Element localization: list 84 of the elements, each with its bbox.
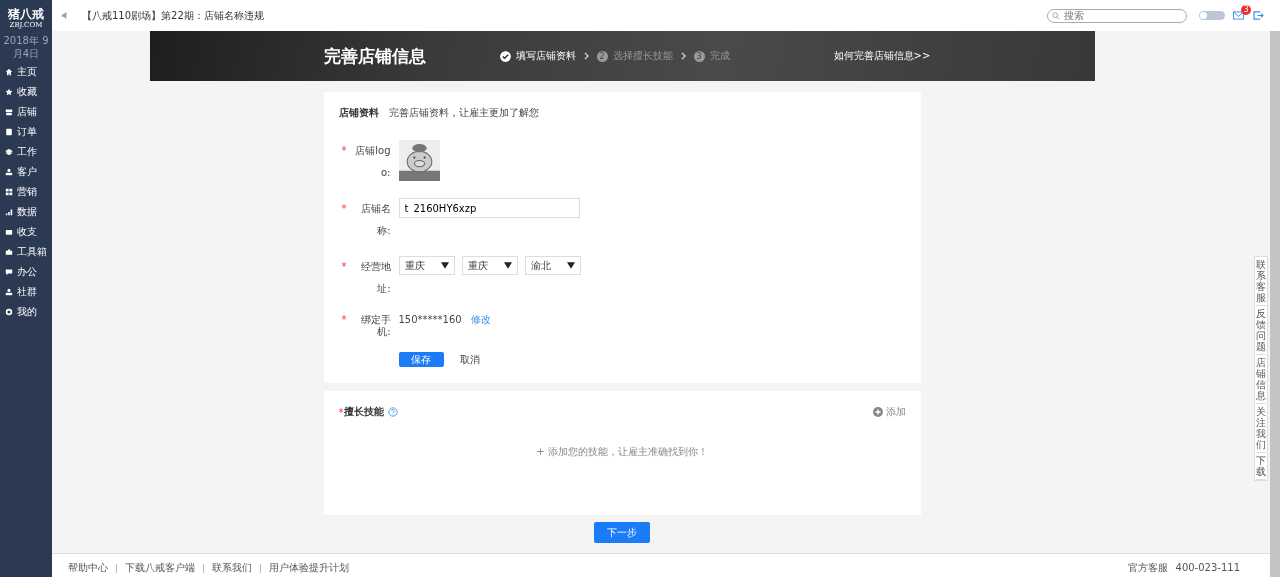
wallet-icon xyxy=(5,228,13,236)
dropdown[interactable]: 重庆 xyxy=(398,256,455,275)
edit-link[interactable]: 修改 xyxy=(470,314,491,326)
date-text: 2018年 9月4日 xyxy=(2,34,50,60)
footer-link[interactable]: 联系我们 xyxy=(212,562,252,574)
footer-link[interactable]: 下载八戒客户端 xyxy=(125,562,195,574)
logout-icon[interactable] xyxy=(1253,11,1264,20)
field-label: 店铺logo: xyxy=(354,144,391,180)
sidebar-item[interactable]: 营销 xyxy=(0,182,52,202)
service-phone: 400-023-111 xyxy=(1175,562,1240,574)
sidebar-item[interactable]: 收支 xyxy=(0,222,52,242)
search-field[interactable]: 搜索 xyxy=(1047,8,1187,23)
side-tab[interactable]: 店铺信息 xyxy=(1256,355,1266,404)
step-number: 3 xyxy=(693,50,705,62)
card-title: 店铺资料 xyxy=(338,106,379,120)
notification-badge: 3 xyxy=(1241,5,1251,15)
step: 2 选择擅长技能 xyxy=(596,49,673,63)
grid-icon xyxy=(5,188,13,196)
help-icon[interactable] xyxy=(387,407,398,417)
layers-icon xyxy=(5,148,13,156)
case-icon xyxy=(5,248,13,256)
step-number: 2 xyxy=(596,50,608,62)
toggle-switch[interactable] xyxy=(1199,11,1225,20)
sidebar-item[interactable]: 社群 xyxy=(0,282,52,302)
side-tab[interactable]: 反馈问题 xyxy=(1256,306,1266,355)
field-label: 店铺名称: xyxy=(359,202,391,238)
chevron-icon xyxy=(583,52,589,60)
field-label: 绑定手机: xyxy=(359,314,391,338)
store-name-field[interactable]: t_2160HY6xzp xyxy=(398,198,580,218)
shop-icon xyxy=(5,108,13,116)
footer-link[interactable]: 用户体验提升计划 xyxy=(269,562,349,574)
user-icon xyxy=(5,288,13,296)
caret-icon xyxy=(440,262,449,269)
caret-icon xyxy=(566,262,575,269)
dropdown[interactable]: 重庆 xyxy=(461,256,518,275)
card-title: 擅长技能 xyxy=(343,405,384,419)
home-icon xyxy=(5,68,13,76)
required-mark: * xyxy=(341,314,347,327)
sidebar-item[interactable]: 工作 xyxy=(0,142,52,162)
cancel-button[interactable]: 取消 xyxy=(459,352,480,367)
side-tab[interactable]: 关注我们 xyxy=(1256,404,1266,453)
doc-icon xyxy=(5,128,13,136)
next-step-button[interactable]: 下一步 xyxy=(594,522,650,543)
side-tab[interactable]: 下载 xyxy=(1256,453,1266,480)
user-icon xyxy=(5,168,13,176)
chevron-icon xyxy=(680,52,686,60)
star-icon xyxy=(5,88,13,96)
sidebar-item[interactable]: 客户 xyxy=(0,162,52,182)
phone-number: 150*****160 xyxy=(398,314,462,326)
dropdown[interactable]: 渝北 xyxy=(524,256,581,275)
field-label: 经营地址: xyxy=(359,260,391,296)
help-link[interactable]: 如何完善店铺信息>> xyxy=(833,49,931,63)
check-icon xyxy=(499,50,511,62)
chat-icon xyxy=(5,268,13,276)
sidebar-item[interactable]: 数据 xyxy=(0,202,52,222)
side-tab[interactable]: 联系客服 xyxy=(1256,257,1266,306)
scrollbar[interactable] xyxy=(1270,31,1280,577)
sidebar-item[interactable]: 店铺 xyxy=(0,102,52,122)
required-mark: * xyxy=(341,202,347,216)
empty-hint[interactable]: + 添加您的技能，让雇主准确找到你！ xyxy=(338,445,906,459)
sidebar-item[interactable]: 收藏 xyxy=(0,82,52,102)
save-button[interactable]: 保存 xyxy=(398,352,444,367)
mail-icon[interactable] xyxy=(1233,11,1244,20)
notice-text[interactable]: 【八戒110剧场】第22期：店铺名称违规 xyxy=(82,8,1047,23)
required-mark: * xyxy=(338,406,344,418)
add-button[interactable]: 添加 xyxy=(872,405,906,419)
plus-circle-icon xyxy=(872,407,883,417)
footer-link[interactable]: 帮助中心 xyxy=(68,562,108,574)
required-mark: * xyxy=(341,260,347,274)
card-subtitle: 完善店铺资料，让雇主更加了解您 xyxy=(388,106,539,120)
sidebar-item[interactable]: 办公 xyxy=(0,262,52,282)
banner-title: 完善店铺信息 xyxy=(323,44,427,68)
step: 填写店铺资料 xyxy=(499,49,576,63)
service-label: 官方客服 xyxy=(1127,562,1168,574)
settings-icon xyxy=(5,308,13,316)
caret-icon xyxy=(503,262,512,269)
sidebar-item[interactable]: 主页 xyxy=(0,62,52,82)
step: 3 完成 xyxy=(693,49,730,63)
pig-logo-drawing[interactable] xyxy=(398,140,440,181)
sidebar-item[interactable]: 订单 xyxy=(0,122,52,142)
sidebar-item[interactable]: 我的 xyxy=(0,302,52,322)
bars-icon xyxy=(5,208,13,216)
sidebar-item[interactable]: 工具箱 xyxy=(0,242,52,262)
required-mark: * xyxy=(341,144,347,158)
